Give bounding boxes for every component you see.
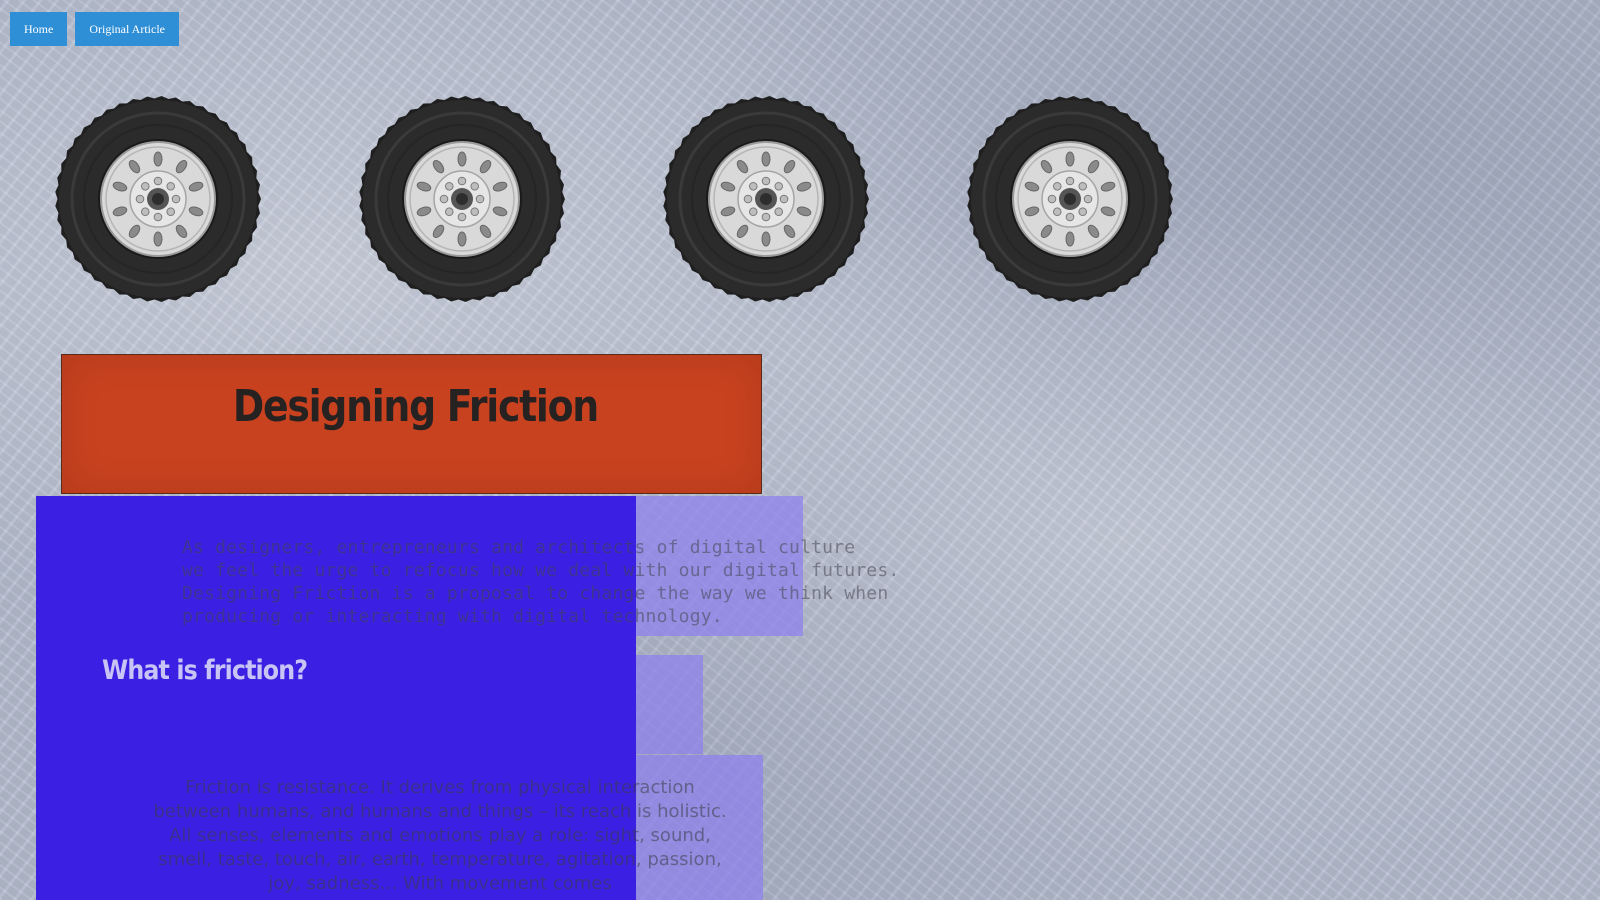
lavender-panel-middle xyxy=(630,655,703,754)
title-box: Designing Friction xyxy=(61,354,762,494)
tire-wheel-icon xyxy=(663,96,869,302)
page-title: Designing Friction xyxy=(232,381,599,432)
tire-wheel-icon xyxy=(359,96,565,302)
top-nav: Home Original Article xyxy=(10,12,179,46)
section-heading: What is friction? xyxy=(102,655,308,686)
tire-wheel-icon xyxy=(967,96,1173,302)
home-button[interactable]: Home xyxy=(10,12,68,46)
intro-line: Designing Friction is a proposal to chan… xyxy=(182,583,889,604)
intro-line: producing or interacting with digital te… xyxy=(182,606,723,627)
section-body: Friction is resistance. It derives from … xyxy=(153,777,727,894)
intro-line: As designers, entrepreneurs and architec… xyxy=(182,537,856,558)
original-article-button[interactable]: Original Article xyxy=(75,12,179,46)
tire-wheel-icon xyxy=(55,96,261,302)
intro-paragraph: As designers, entrepreneurs and architec… xyxy=(182,536,1002,628)
intro-line: we feel the urge to refocus how we deal … xyxy=(182,560,900,581)
